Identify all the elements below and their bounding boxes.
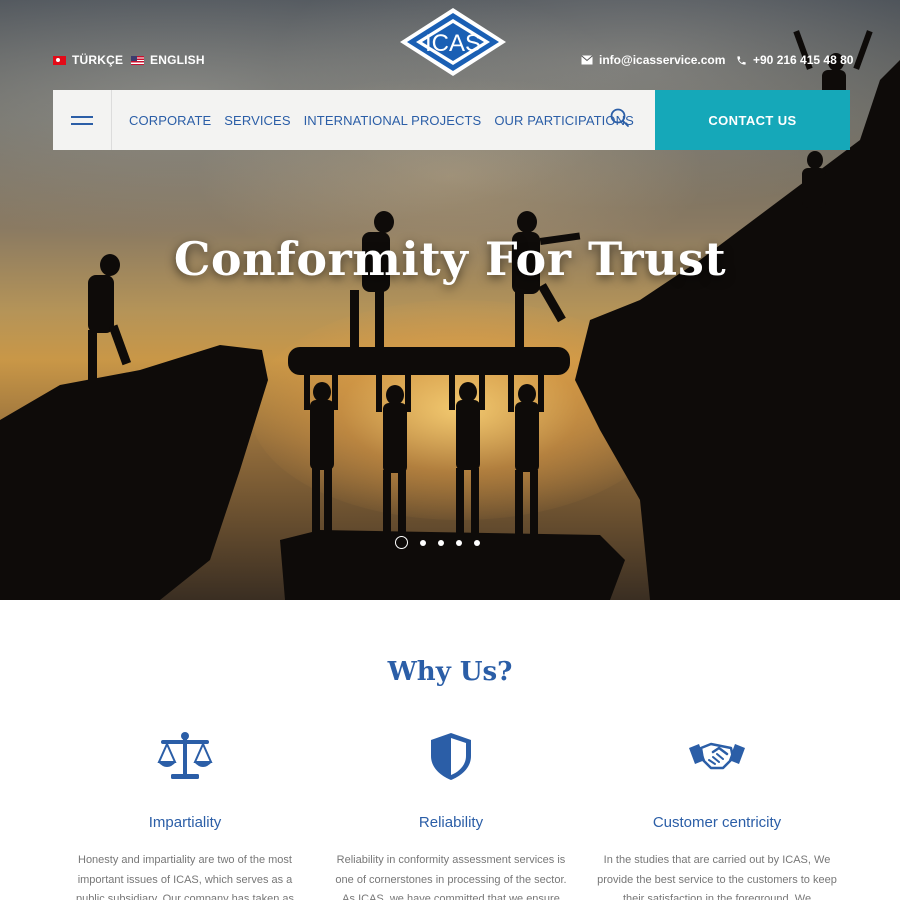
- hero-banner: TÜRKÇE ENGLISH ICAS info@icasservice.com…: [0, 0, 900, 600]
- why-us-heading: Why Us?: [387, 657, 513, 687]
- icas-logo[interactable]: ICAS: [398, 6, 508, 78]
- feature-text-impartiality: Honesty and impartiality are two of the …: [75, 854, 295, 900]
- language-turkish-label: TÜRKÇE: [72, 53, 124, 67]
- slide-dot-5[interactable]: [474, 539, 480, 546]
- slide-dot-3[interactable]: [438, 539, 444, 546]
- phone-link[interactable]: +90 216 415 48 80: [736, 53, 853, 67]
- feature-title-customer-centricity: Customer centricity: [652, 814, 782, 831]
- language-turkish-link[interactable]: TÜRKÇE: [53, 53, 123, 67]
- shield-icon: [431, 733, 471, 780]
- contact-us-button[interactable]: CONTACT US: [655, 90, 850, 150]
- scales-icon: [157, 732, 213, 779]
- slider-pagination: [395, 536, 480, 549]
- turkey-flag-icon: [53, 55, 66, 65]
- feature-text-customer-centricity: In the studies that are carried out by I…: [597, 854, 837, 900]
- feature-title-reliability: Reliability: [418, 814, 484, 831]
- search-icon[interactable]: [609, 107, 631, 129]
- phone-text: +90 216 415 48 80: [753, 53, 854, 67]
- envelope-icon: [581, 55, 593, 65]
- phone-icon: [737, 55, 746, 65]
- nav-item-international-projects[interactable]: INTERNATIONAL PROJECTS: [304, 113, 482, 128]
- feature-title-impartiality: Impartiality: [148, 814, 222, 831]
- feature-customer-centricity: Customer centricity In the studies that …: [597, 730, 837, 900]
- nav-item-services[interactable]: SERVICES: [224, 113, 290, 128]
- hero-title: Conformity For Trust: [173, 232, 727, 286]
- hamburger-menu-button[interactable]: [53, 90, 112, 150]
- logo-text: ICAS: [425, 30, 481, 57]
- slide-dot-2[interactable]: [420, 539, 426, 546]
- main-navbar: CORPORATE SERVICES INTERNATIONAL PROJECT…: [53, 90, 655, 150]
- feature-text-reliability: Reliability in conformity assessment ser…: [335, 854, 567, 900]
- handshake-icon: [689, 742, 745, 770]
- slide-dot-4[interactable]: [456, 539, 462, 546]
- slide-dot-1[interactable]: [395, 536, 408, 549]
- feature-impartiality: Impartiality Honesty and impartiality ar…: [65, 730, 305, 900]
- language-english-link[interactable]: ENGLISH: [131, 53, 205, 67]
- nav-item-corporate[interactable]: CORPORATE: [129, 113, 211, 128]
- usa-flag-icon: [131, 55, 144, 65]
- language-english-label: ENGLISH: [150, 53, 205, 67]
- feature-reliability: Reliability Reliability in conformity as…: [331, 730, 571, 900]
- email-link[interactable]: info@icasservice.com: [581, 53, 725, 67]
- email-text: info@icasservice.com: [599, 53, 726, 67]
